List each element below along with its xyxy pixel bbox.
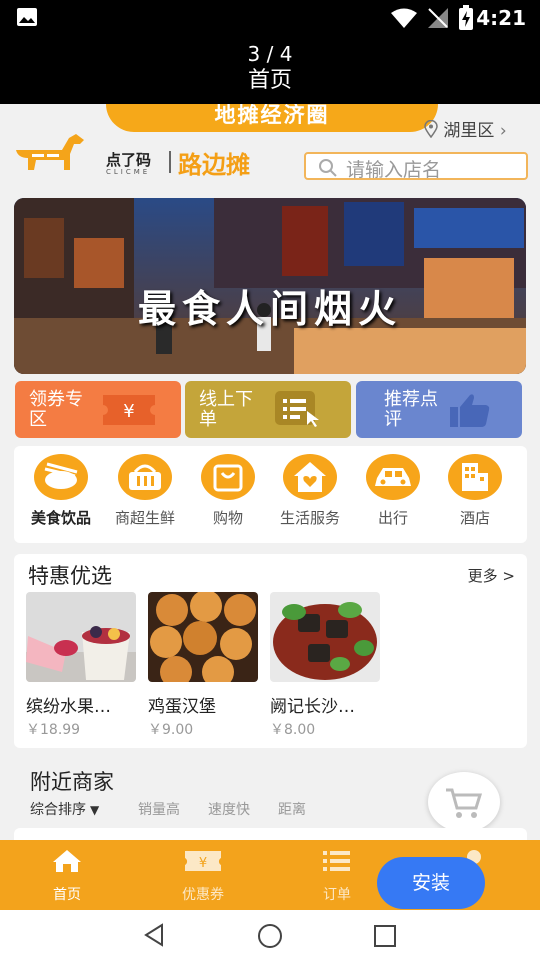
category-hotel[interactable]: 酒店: [435, 454, 515, 528]
page-title: 首页: [247, 68, 292, 93]
brand-cn: 点了码: [106, 151, 152, 169]
sort-option[interactable]: 综合排序 ▼: [30, 799, 99, 819]
coupon-icon: ¥: [185, 851, 221, 871]
location-pin-icon: [424, 119, 438, 139]
svg-text:¥: ¥: [123, 401, 134, 422]
deals-title: 特惠优选: [28, 564, 112, 588]
gallery-icon: [17, 8, 37, 26]
home-circle-icon[interactable]: [257, 923, 283, 949]
cart-button[interactable]: [428, 772, 500, 832]
status-bar: 4:21: [0, 0, 540, 36]
tab-label: 订单: [323, 887, 351, 903]
header-pill: 地摊经济圈: [106, 104, 438, 132]
category-panel: 美食饮品 商超生鲜 购物 生活服务 出行 酒店: [14, 446, 527, 543]
deal-price: ￥9.00: [148, 722, 194, 738]
deal-price: ￥8.00: [270, 722, 316, 738]
category-label: 生活服务: [279, 509, 340, 527]
viewer-header: 3 / 4 首页: [0, 36, 540, 104]
promo-banner[interactable]: 最食人间烟火: [14, 198, 526, 374]
basket-icon: [118, 454, 172, 500]
battery-icon: [459, 5, 473, 30]
status-time: 4:21: [476, 6, 526, 30]
deals-section: 特惠优选 更多 > 缤纷水果… ￥18.99 鸡蛋汉堡 ￥9.00 阙记长沙… …: [14, 554, 527, 748]
deal-item[interactable]: 鸡蛋汉堡 ￥9.00: [148, 592, 258, 739]
category-label: 购物: [212, 509, 243, 527]
cellular-icon: [428, 8, 448, 28]
car-icon: [366, 454, 420, 500]
tab-label: 优惠券: [182, 887, 224, 903]
online-order-button[interactable]: 线上下单: [185, 381, 351, 438]
fruit-salad-image: [26, 592, 136, 682]
tab-home[interactable]: 首页: [27, 848, 107, 904]
home-icon: [53, 850, 81, 872]
install-button[interactable]: 安装: [377, 857, 485, 909]
category-label: 出行: [377, 509, 408, 527]
nearby-title: 附近商家: [30, 770, 114, 794]
brand-name: 路边摊: [178, 151, 250, 179]
tab-coupons[interactable]: ¥ 优惠券: [163, 848, 243, 904]
quick-label: 线上下单: [199, 389, 253, 430]
deal-name: 缤纷水果…: [26, 697, 111, 717]
quick-label: 领券专区: [29, 389, 83, 430]
category-supermarket[interactable]: 商超生鲜: [105, 454, 185, 528]
quick-label: 推荐点评: [384, 389, 438, 430]
svg-text:¥: ¥: [199, 856, 207, 871]
hotel-icon: [448, 454, 502, 500]
back-icon[interactable]: [142, 923, 166, 947]
category-travel[interactable]: 出行: [353, 454, 433, 528]
category-label: 酒店: [459, 509, 490, 527]
recommend-review-button[interactable]: 推荐点评: [356, 381, 522, 438]
order-list-icon: [323, 851, 350, 871]
deals-more-link[interactable]: 更多 >: [468, 565, 515, 586]
coupon-zone-button[interactable]: 领券专区 ¥: [15, 381, 181, 438]
brand-en: CLICME: [106, 168, 151, 176]
deal-price: ￥18.99: [26, 722, 81, 738]
brand-logo: 点了码 CLICME 路边摊: [14, 132, 282, 184]
app-screen: 地摊经济圈 湖里区 › 点了码 CLICME 路边摊 请输入店名 最食人间烟火 …: [0, 104, 540, 910]
category-label: 美食饮品: [30, 509, 91, 527]
tab-orders[interactable]: 订单: [297, 848, 377, 904]
tab-label: 首页: [53, 887, 81, 903]
sort-option[interactable]: 销量高: [138, 799, 180, 819]
stinky-tofu-image: [270, 592, 380, 682]
order-list-icon: [275, 391, 319, 427]
search-icon: [319, 159, 337, 177]
ticket-yen-icon: ¥: [103, 395, 155, 425]
triangle-down-icon: ▼: [90, 803, 100, 817]
deal-item[interactable]: 缤纷水果… ￥18.99: [26, 592, 136, 739]
system-nav-bar: [0, 910, 540, 960]
horse-logo-icon: [16, 134, 84, 170]
search-placeholder: 请输入店名: [346, 159, 442, 181]
search-input[interactable]: 请输入店名: [304, 152, 528, 181]
sort-option[interactable]: 距离: [278, 799, 306, 819]
banner-text: 最食人间烟火: [137, 287, 402, 331]
deal-name: 阙记长沙…: [270, 697, 355, 717]
category-life-services[interactable]: 生活服务: [270, 454, 350, 528]
egg-burger-image: [148, 592, 258, 682]
cart-icon: [446, 788, 483, 818]
shopping-bag-icon: [201, 454, 255, 500]
wifi-icon: [391, 8, 417, 28]
chevron-right-icon: ›: [499, 121, 507, 141]
brand-separator: [169, 151, 171, 173]
location-selector[interactable]: 湖里区 ›: [424, 116, 507, 141]
category-shopping[interactable]: 购物: [188, 454, 268, 528]
sort-option[interactable]: 速度快: [208, 799, 250, 819]
category-food-drinks[interactable]: 美食饮品: [21, 454, 101, 528]
bowl-icon: [34, 454, 88, 500]
house-heart-icon: [283, 454, 337, 500]
category-label: 商超生鲜: [114, 509, 175, 527]
deal-name: 鸡蛋汉堡: [148, 697, 216, 717]
location-label: 湖里区: [443, 121, 495, 141]
recents-icon[interactable]: [373, 924, 397, 948]
deal-item[interactable]: 阙记长沙… ￥8.00: [270, 592, 380, 739]
thumbs-up-icon: [450, 394, 490, 427]
